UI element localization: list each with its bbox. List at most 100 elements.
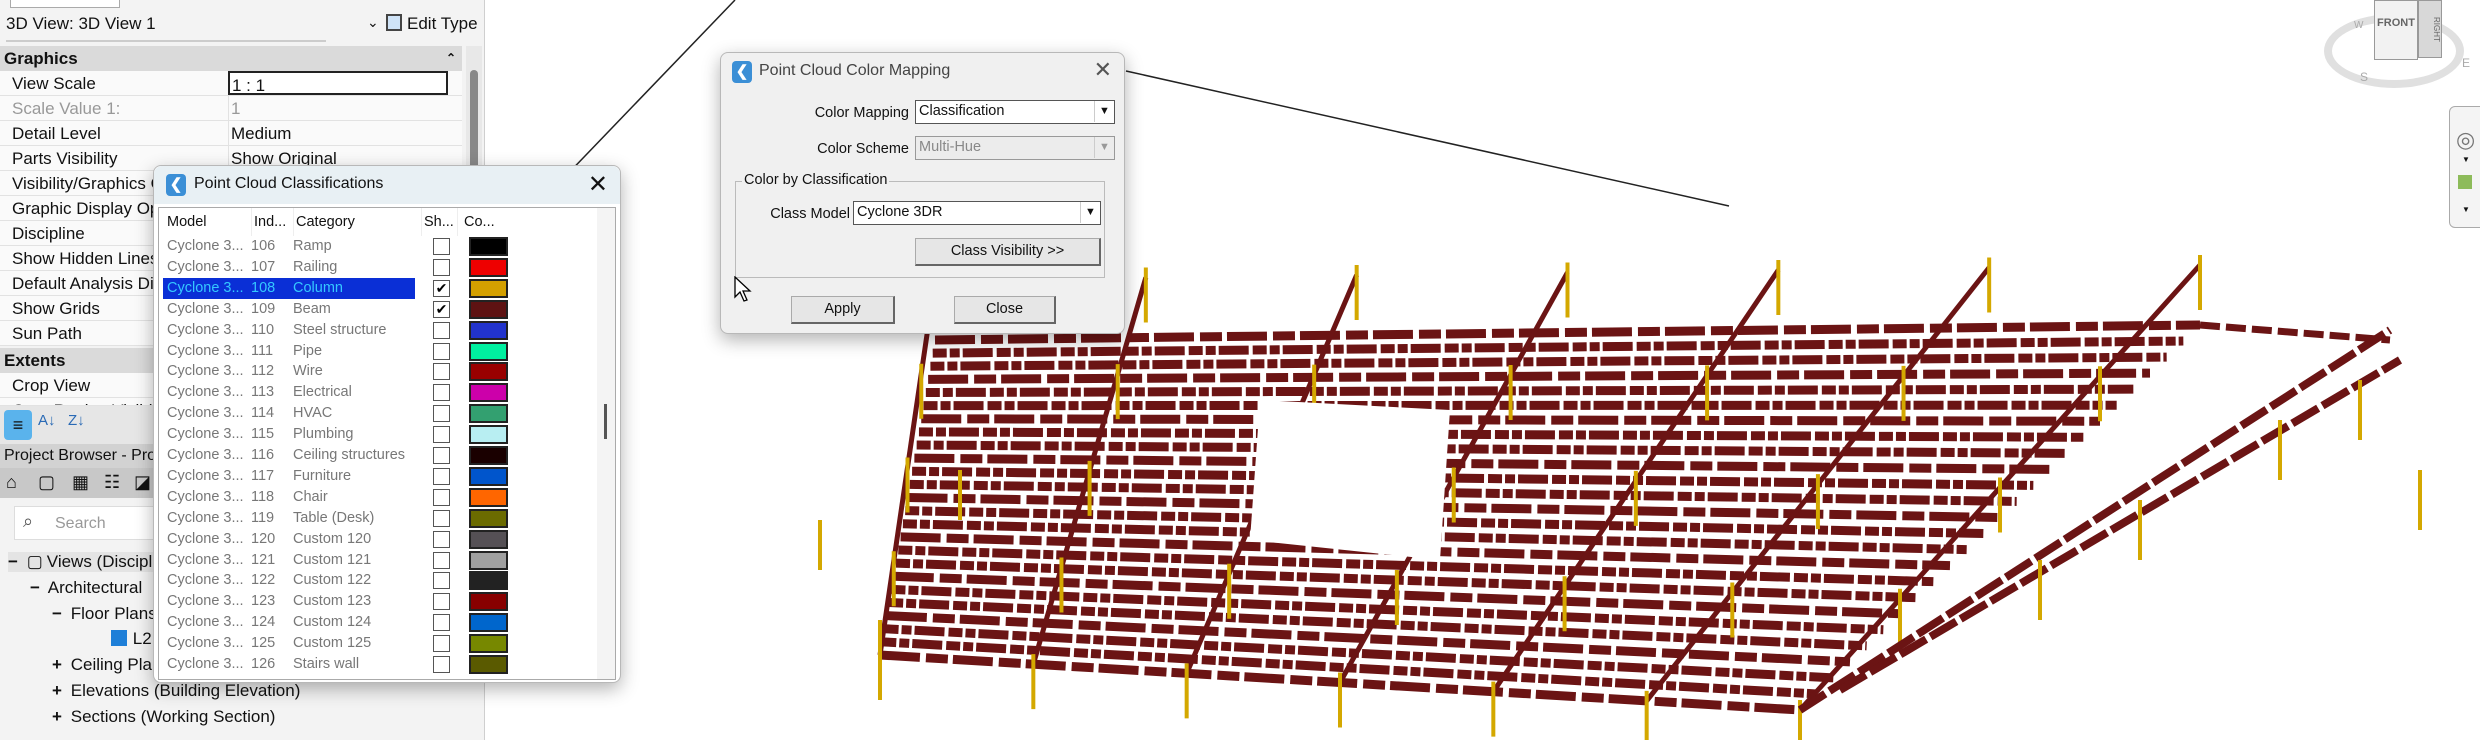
prop-row[interactable]: View Scale 1 : 1 [0,71,462,96]
color-swatch[interactable] [469,237,508,256]
chevron-down-icon[interactable]: ⌄ [367,14,379,31]
compass-west[interactable]: W [2354,20,2363,31]
scrollbar-thumb[interactable] [604,404,607,439]
show-checkbox[interactable] [433,426,450,444]
expand-toggle-icon[interactable]: + [52,681,66,701]
color-swatch[interactable] [469,634,508,654]
classification-row[interactable]: Cyclone 3... 117 Furniture [167,466,607,487]
show-checkbox[interactable] [433,488,450,506]
viewcube-right-face[interactable]: RIGHT [2418,0,2442,58]
prop-row[interactable]: Detail Level Medium [0,121,462,146]
sort-ascending-icon[interactable]: A↓ [38,412,56,429]
dialog-titlebar[interactable]: ❮ Point Cloud Classifications ✕ [154,166,620,204]
type-selector[interactable] [10,0,120,8]
classification-row[interactable]: Cyclone 3... 119 Table (Desk) [167,508,607,529]
classification-row[interactable]: Cyclone 3... 122 Custom 122 [167,570,607,591]
chevron-down-icon[interactable]: ▼ [2462,155,2470,164]
show-checkbox[interactable] [433,593,450,611]
show-checkbox[interactable] [433,258,450,276]
tree-item[interactable]: + Sections (Working Section) [52,707,275,727]
show-checkbox[interactable]: ✔ [433,279,450,297]
color-swatch[interactable] [469,425,508,445]
expand-toggle-icon[interactable]: + [52,655,66,675]
show-checkbox[interactable] [433,551,450,569]
show-checkbox[interactable] [433,342,450,360]
color-swatch[interactable] [469,404,508,424]
classification-row[interactable]: Cyclone 3... 125 Custom 125 [167,633,607,654]
close-icon[interactable]: ✕ [588,170,608,199]
collapse-icon[interactable]: ⌃ [446,46,456,71]
tree-item[interactable]: − Architectural [30,578,142,598]
compass-east[interactable]: E [2462,56,2470,70]
column-header-model[interactable]: Model [167,208,207,236]
expand-toggle-icon[interactable]: + [52,707,66,727]
tree-item[interactable]: + Elevations (Building Elevation) [52,681,300,701]
show-checkbox[interactable] [433,321,450,339]
classification-row[interactable]: Cyclone 3... 115 Plumbing [167,424,607,445]
expand-toggle-icon[interactable]: − [8,552,22,572]
sort-descending-icon[interactable]: Z↓ [68,412,85,429]
show-checkbox[interactable] [433,384,450,402]
classification-row[interactable]: Cyclone 3... 112 Wire [167,361,607,382]
show-checkbox[interactable] [433,509,450,527]
color-swatch[interactable] [469,362,508,382]
show-checkbox[interactable] [433,447,450,464]
section-graphics[interactable]: Graphics ⌃ [0,46,462,71]
classification-row[interactable]: Cyclone 3... 120 Custom 120 [167,529,607,550]
schedule-icon[interactable]: ▦ [72,472,89,493]
close-icon[interactable]: ✕ [1094,57,1112,83]
home-icon[interactable]: ⌂ [6,472,17,493]
show-checkbox[interactable] [433,656,450,673]
classification-row[interactable]: Cyclone 3... 123 Custom 123 [167,591,607,612]
classification-row[interactable]: Cyclone 3... 113 Electrical [167,382,607,403]
steering-wheel-icon[interactable]: ◎ [2456,127,2475,153]
column-header-category[interactable]: Category [293,208,355,236]
classification-row[interactable]: Cyclone 3... 121 Custom 121 [167,550,607,571]
close-button[interactable]: Close [954,296,1056,324]
viewcube[interactable]: FRONT RIGHT S E W [2320,0,2480,95]
classification-row[interactable]: Cyclone 3... 114 HVAC [167,403,607,424]
column-header-show[interactable]: Sh... [421,208,454,236]
show-checkbox[interactable]: ✔ [433,300,450,318]
show-checkbox[interactable] [433,530,450,548]
color-swatch[interactable] [469,466,508,486]
zoom-region-icon[interactable] [2458,175,2472,189]
prop-value[interactable]: 1 : 1 [228,71,448,95]
table-icon[interactable]: ☷ [104,472,120,493]
color-swatch[interactable] [469,550,508,570]
prop-row[interactable]: Scale Value 1: 1 [0,96,462,121]
sheet-icon[interactable]: ◪ [134,472,151,493]
color-swatch[interactable] [469,278,508,298]
show-checkbox[interactable] [433,635,450,653]
edit-type-button[interactable]: Edit Type [386,14,478,34]
classification-row[interactable]: Cyclone 3... 106 Ramp [167,236,607,257]
viewcube-front-face[interactable]: FRONT [2374,0,2418,60]
color-swatch[interactable] [469,383,508,403]
classification-row[interactable]: Cyclone 3... 109 Beam ✔ [167,299,607,320]
classification-row[interactable]: Cyclone 3... 111 Pipe [167,341,607,362]
compass-south[interactable]: S [2360,70,2368,84]
show-checkbox[interactable] [433,238,450,255]
classification-row[interactable]: Cyclone 3... 118 Chair [167,487,607,508]
classification-row[interactable]: Cyclone 3... 108 Column ✔ [163,277,607,299]
color-swatch[interactable] [469,529,508,549]
color-swatch[interactable] [469,613,508,633]
color-swatch[interactable] [469,487,508,507]
expand-toggle-icon[interactable]: − [30,578,44,598]
apply-button[interactable]: Apply [791,296,895,324]
color-swatch[interactable] [469,592,508,612]
classification-row[interactable]: Cyclone 3... 107 Railing [167,257,607,278]
color-swatch[interactable] [469,299,508,319]
color-swatch[interactable] [469,341,508,361]
classification-row[interactable]: Cyclone 3... 116 Ceiling structures [167,445,607,466]
classification-row[interactable]: Cyclone 3... 110 Steel structure [167,320,607,341]
show-checkbox[interactable] [433,363,450,381]
3d-view-icon[interactable]: ▢ [38,472,55,493]
expand-toggle-icon[interactable]: − [52,604,66,624]
column-header-color[interactable]: Co... [457,208,495,236]
show-checkbox[interactable] [433,614,450,632]
color-swatch[interactable] [469,571,508,591]
show-checkbox[interactable] [433,467,450,485]
color-swatch[interactable] [469,508,508,528]
color-swatch[interactable] [469,446,508,465]
